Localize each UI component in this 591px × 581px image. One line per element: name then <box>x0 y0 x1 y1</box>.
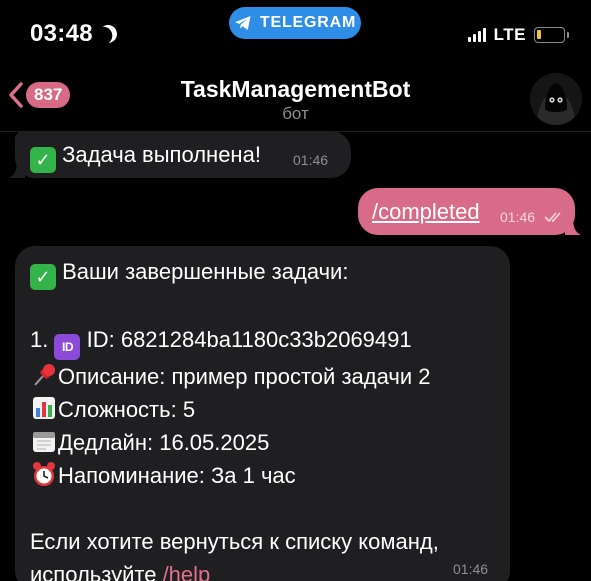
status-clock: 03:48 <box>30 20 117 48</box>
command-link-completed[interactable]: /completed <box>372 195 480 228</box>
message-time: 01:46 <box>293 152 329 168</box>
message-text: ✓ Ваши завершенные задачи: 1. ID ID: 682… <box>30 255 500 581</box>
message-time: 01:46 <box>453 561 489 577</box>
chat-screen: 03:48 TELEGRAM LTE 837 TaskManagementBot… <box>0 0 591 581</box>
message-text: ✓ Задача выполнена! <box>30 138 261 173</box>
footer-line: Если хотите вернуться к списку команд, <box>30 529 439 554</box>
command-link-help[interactable]: /help <box>163 562 211 581</box>
telegram-plane-icon <box>234 16 251 30</box>
battery-level <box>537 30 541 39</box>
double-check-icon <box>544 212 561 223</box>
hooded-figure-icon <box>530 73 582 125</box>
battery-icon <box>534 27 569 43</box>
bar-chart-emoji <box>33 397 55 419</box>
check-mark-emoji: ✓ <box>30 147 56 173</box>
alarm-clock-emoji <box>33 462 55 486</box>
message-bubble-incoming[interactable]: ✓ Ваши завершенные задачи: 1. ID ID: 682… <box>15 246 510 581</box>
task-id-line: 1. ID ID: 6821284ba1180c33b2069491 <box>30 323 500 360</box>
bot-avatar[interactable] <box>530 73 582 125</box>
task-complexity-line: Сложность: 5 <box>30 393 500 426</box>
status-time: 03:48 <box>30 20 93 47</box>
check-mark-emoji: ✓ <box>30 264 56 290</box>
network-type: LTE <box>493 25 526 44</box>
signal-icon <box>467 28 486 42</box>
footer-line: используйте /help <box>30 558 500 581</box>
telegram-pill[interactable]: TELEGRAM <box>229 7 361 39</box>
pushpin-emoji <box>34 364 55 386</box>
chat-subtitle: бот <box>282 104 309 123</box>
status-indicators: LTE <box>467 25 569 45</box>
status-bar: 03:48 TELEGRAM LTE <box>0 0 591 62</box>
telegram-pill-label: TELEGRAM <box>259 14 357 31</box>
message-time: 01:46 <box>500 209 536 225</box>
id-emoji: ID <box>54 334 81 360</box>
chat-title[interactable]: TaskManagementBot <box>0 76 591 103</box>
bubble-tail <box>565 217 581 235</box>
message-bubble-incoming[interactable]: ✓ Задача выполнена! 01:46 <box>9 131 351 178</box>
message-bubble-outgoing[interactable]: /completed 01:46 <box>358 188 581 235</box>
moon-icon <box>96 22 119 45</box>
bubble-tail <box>9 160 25 178</box>
chat-header: 837 TaskManagementBot бот <box>0 62 591 132</box>
task-description-line: Описание: пример простой задачи 2 <box>30 360 500 393</box>
task-deadline-line: Дедлайн: 16.05.2025 <box>30 426 500 459</box>
task-reminder-line: Напоминание: За 1 час <box>30 459 500 492</box>
calendar-emoji <box>33 432 55 452</box>
list-heading: ✓ Ваши завершенные задачи: <box>30 255 500 290</box>
